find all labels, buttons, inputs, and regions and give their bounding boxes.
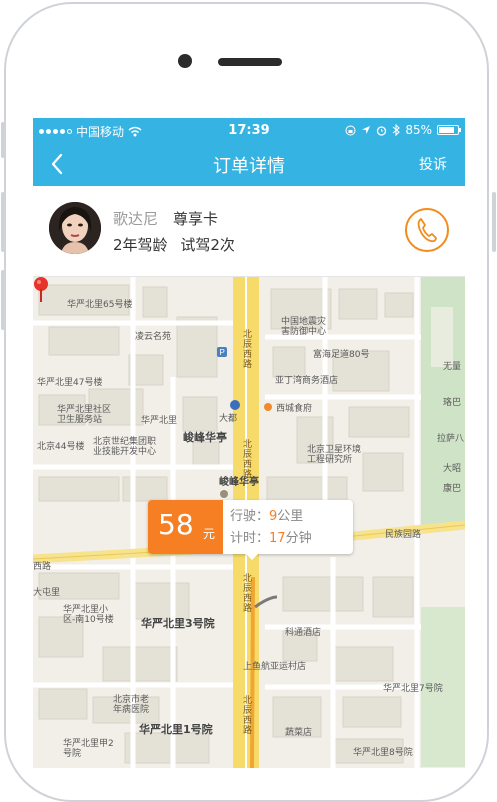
fare-bubble: 58 元 行驶：9公里 计时：17分钟 [148, 500, 353, 560]
bubble-tail [245, 553, 259, 560]
trial-count: 试驾2次 [180, 236, 235, 254]
road-label: 北辰西路 [241, 439, 251, 479]
front-camera [178, 54, 192, 68]
status-bar: 中国移动 17:39 85% [33, 122, 465, 140]
complain-button[interactable]: 投诉 [419, 154, 447, 174]
navigation-bar: 订单详情 投诉 [33, 144, 465, 184]
duration-label: 计时： [230, 531, 270, 546]
battery-icon [437, 125, 461, 135]
svg-text:P: P [220, 348, 225, 357]
trip-info: 行驶：9公里 计时：17分钟 [230, 506, 312, 550]
duration-row: 计时：17分钟 [230, 528, 312, 550]
subway-icon [230, 400, 240, 410]
map-label: 大都 [219, 414, 238, 424]
alarm-icon [377, 125, 387, 136]
map-label: 大昭 [443, 464, 462, 474]
map-label: 华严北里65号楼 [67, 300, 133, 310]
app-screen: 中国移动 17:39 85% 订单详情 投诉 歌达尼 尊享卡 2年驾龄 试驾2次… [33, 118, 465, 768]
map-label: 亚丁湾商务酒店 [275, 376, 339, 386]
map-label: 峻峰华亭 [219, 477, 259, 488]
map-label: 北京市老年病医院 [113, 695, 150, 715]
map-label: 华严北里 [141, 416, 178, 426]
map-label: 华严北里3号院 [141, 617, 215, 630]
battery-percent: 85% [405, 123, 432, 137]
driver-name: 歌达尼 [113, 210, 159, 228]
map-label: 华严北里社区卫生服务站 [57, 405, 112, 425]
map-label: 华严北里甲2号院 [63, 739, 114, 759]
map-label: 拉萨八 [437, 434, 465, 444]
map-label: 康巴 [443, 484, 462, 494]
page-title: 订单详情 [213, 156, 285, 177]
map-label: 科通酒店 [285, 628, 322, 638]
fare-unit: 元 [203, 527, 216, 541]
map-label: 北京世纪集团职业技能开发中心 [93, 437, 157, 457]
bluetooth-icon [392, 124, 401, 136]
road-label: 北辰西路 [241, 695, 251, 735]
map-label: 峻峰华亭 [183, 431, 227, 444]
map-label: 中国地震灾害防御中心 [281, 317, 327, 337]
map-label: 富海足道80号 [313, 350, 370, 360]
map-label: 北京卫星环境工程研究所 [307, 445, 362, 465]
driver-card: 歌达尼 尊享卡 2年驾龄 试驾2次 [33, 186, 465, 277]
road-label: 北辰西路 [241, 329, 251, 369]
map-label: 华严北里7号院 [383, 684, 443, 694]
route-map[interactable]: 华严北里65号楼 凌云名苑 华严北里47号楼 华严北里社区卫生服务站 华严北里 … [33, 277, 465, 768]
map-label: 无量 [443, 362, 462, 372]
power-button [492, 192, 496, 252]
restaurant-icon [264, 403, 272, 411]
map-label: 凌云名苑 [135, 332, 172, 342]
road-label: 北辰西路 [241, 573, 251, 613]
map-label: 上鱼航亚运村店 [243, 662, 307, 672]
driver-avatar [49, 202, 101, 254]
map-label: 蔬菜店 [285, 728, 313, 738]
parking-icon: P [217, 347, 227, 357]
top-bar: 中国移动 17:39 85% 订单详情 投诉 [33, 118, 465, 186]
phone-icon [417, 218, 437, 243]
duration-unit: 分钟 [285, 531, 312, 546]
driving-experience: 2年驾龄 [113, 236, 168, 254]
map-label: 华严北里1号院 [139, 723, 213, 736]
earpiece-speaker [218, 58, 282, 66]
distance-label: 行驶： [230, 509, 270, 524]
fare-price-badge: 58 元 [148, 500, 223, 554]
map-label: 华严北里小区-南10号楼 [63, 605, 114, 625]
distance-row: 行驶：9公里 [230, 506, 312, 528]
fare-price: 58 [158, 508, 194, 541]
poi-icon [220, 490, 228, 498]
map-label: 大屯里 [33, 588, 61, 598]
call-driver-button[interactable] [405, 208, 449, 252]
location-icon [362, 126, 371, 134]
map-label: 西路 [33, 562, 52, 572]
map-label: 华严北里8号院 [353, 748, 413, 758]
location-pin-icon [34, 277, 48, 302]
duration-value: 17 [269, 531, 286, 546]
map-label: 华严北里47号楼 [37, 378, 103, 388]
screen-lock-icon [345, 125, 356, 135]
map-label: 西城食府 [276, 404, 313, 414]
map-label: 珞巴 [443, 398, 462, 408]
map-label: 民族园路 [385, 530, 422, 540]
driver-rank: 尊享卡 [173, 210, 219, 228]
distance-unit: 公里 [277, 509, 304, 524]
map-label: 北京44号楼 [37, 442, 85, 452]
driver-stats: 2年驾龄 试驾2次 [113, 234, 235, 255]
